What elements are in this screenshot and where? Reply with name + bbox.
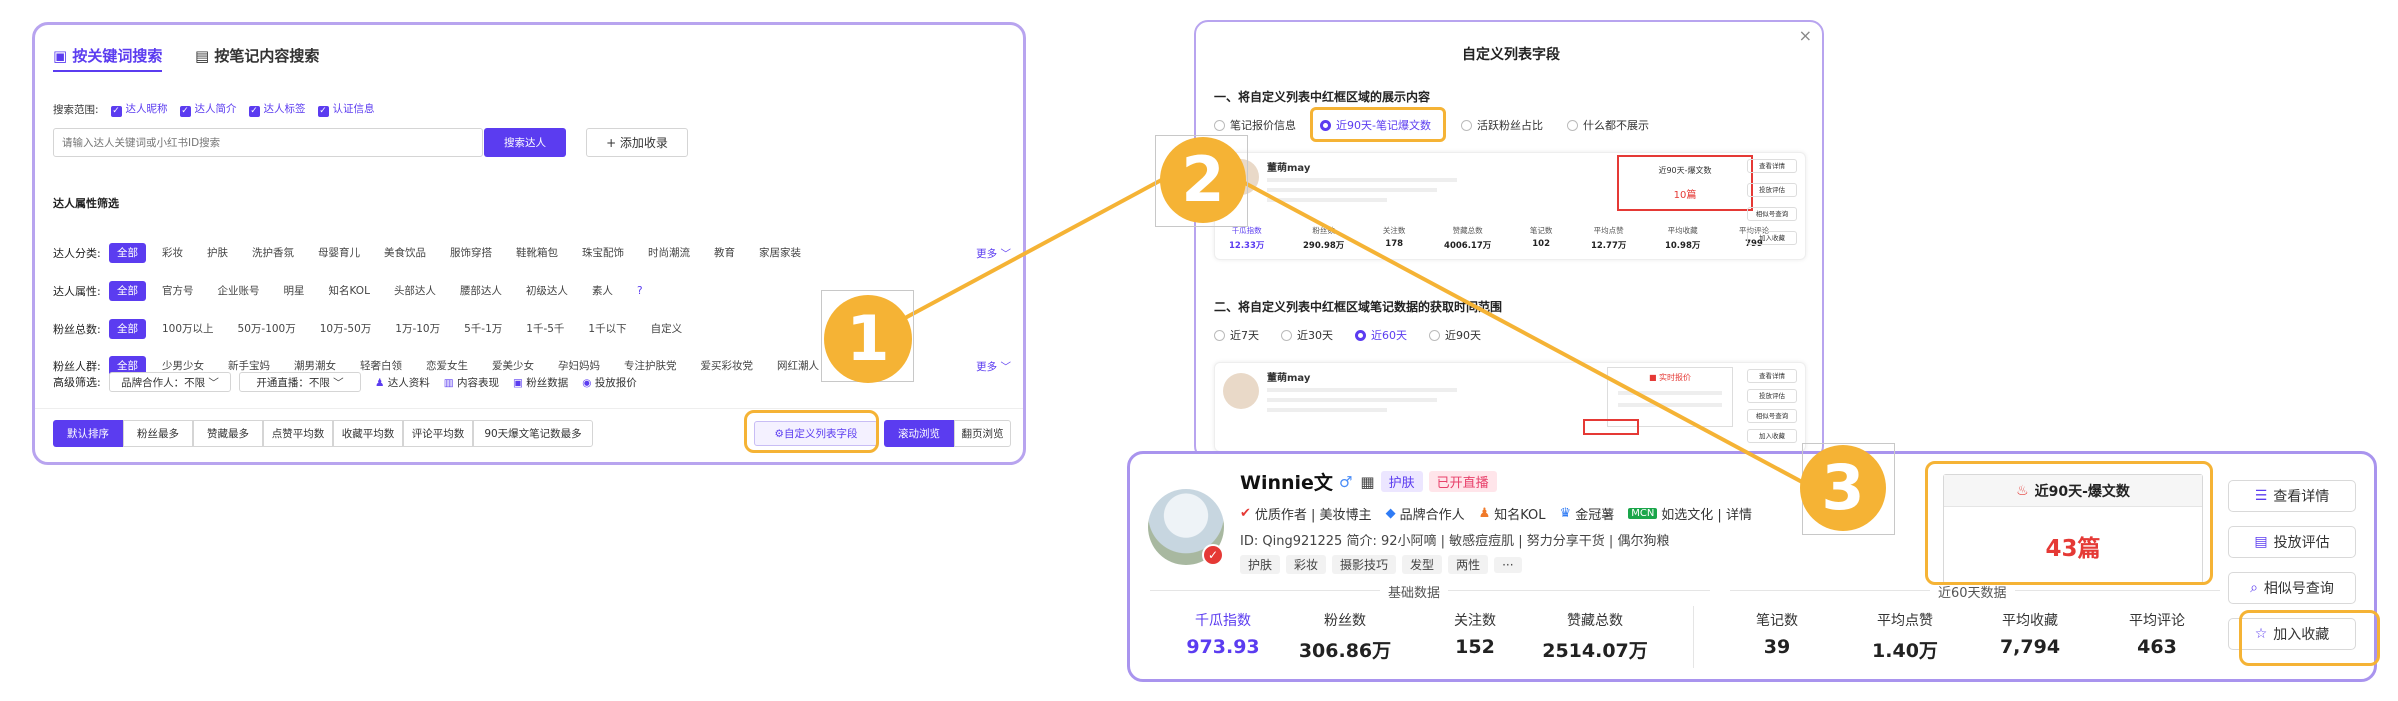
step-badge-3: 3 xyxy=(1800,445,1886,531)
step-badge-1: 1 xyxy=(824,295,912,383)
step-badge-2: 2 xyxy=(1160,137,1246,223)
connector-lines xyxy=(904,168,1846,507)
